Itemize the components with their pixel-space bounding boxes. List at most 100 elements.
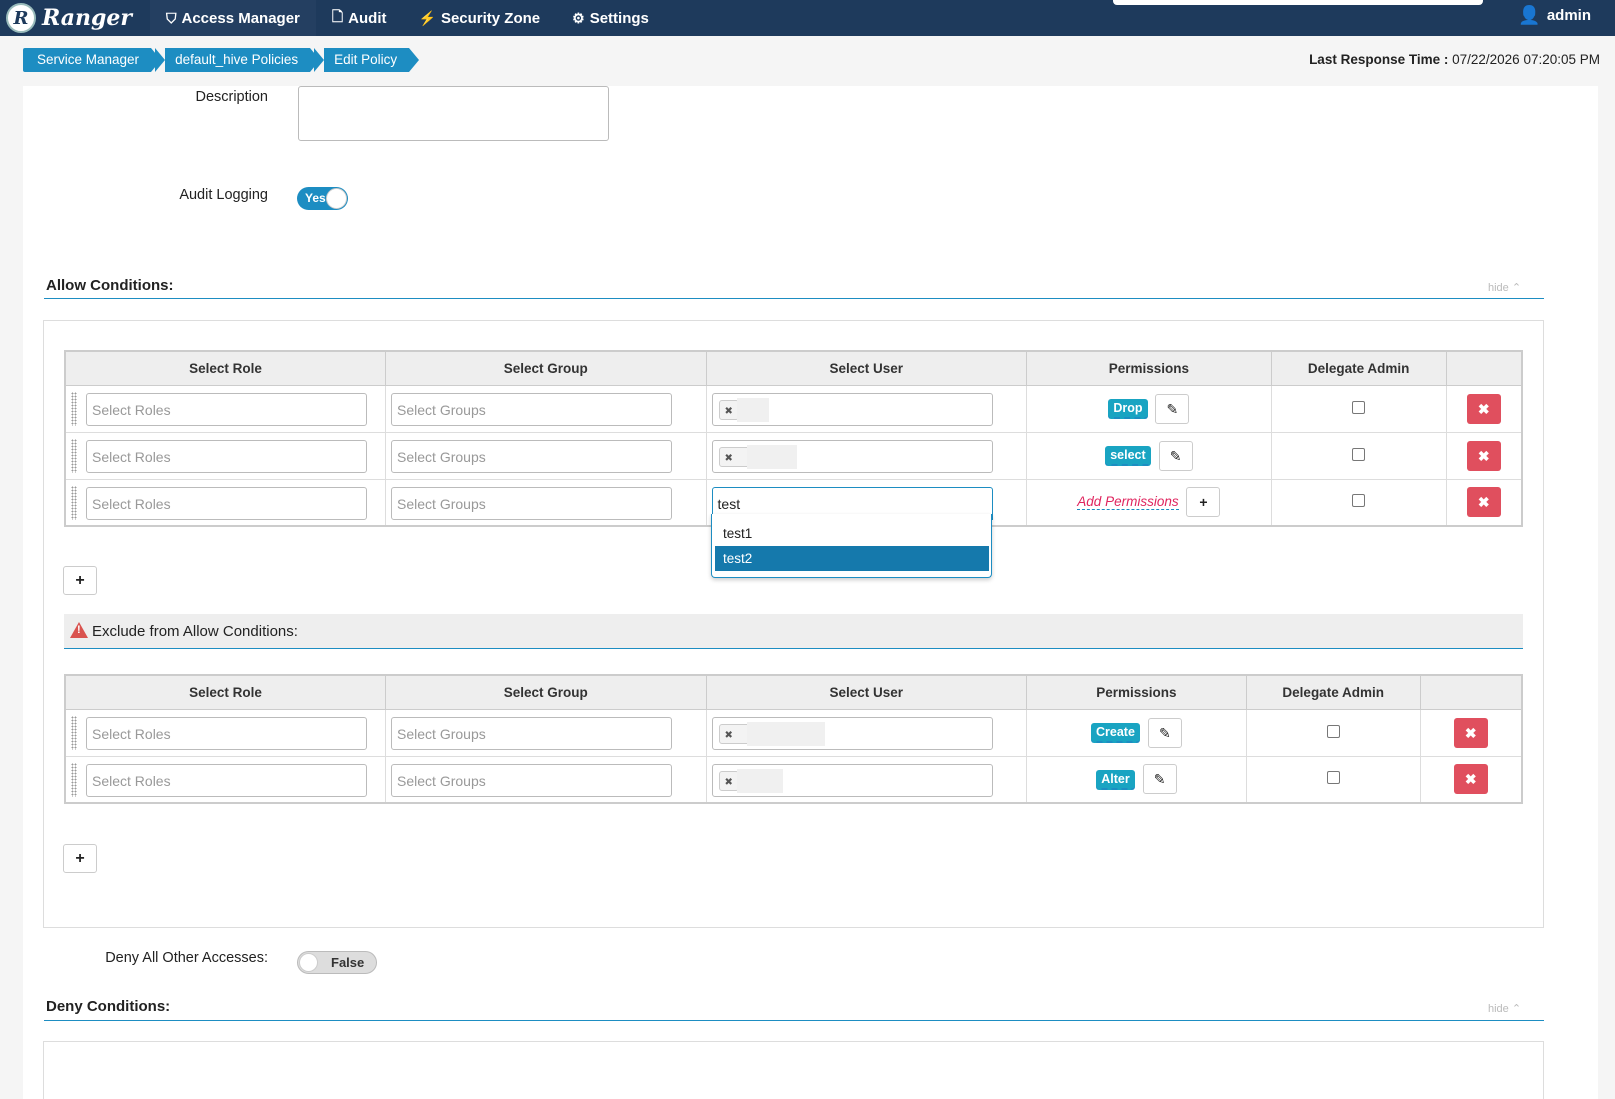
user-select-input[interactable]: ✖ [711,763,993,797]
delete-row-button[interactable]: ✖ [1466,440,1501,471]
col-select-group: Select Group [385,674,707,710]
deny-hide-link[interactable]: hide ⌃ [1488,1002,1521,1015]
global-search-input[interactable] [1113,0,1483,5]
exclude-header-row: Select Role Select Group Select User Per… [64,674,1523,710]
nav-settings[interactable]: ⚙ Settings [556,0,665,36]
user-select-input[interactable]: ✖ [711,716,993,750]
add-exclude-row-button[interactable]: + [63,844,97,873]
edit-permissions-pencil-icon[interactable]: ✎ [1155,393,1190,424]
redacted-user [746,444,797,469]
role-select-input[interactable]: Select Roles [86,763,367,797]
audit-logging-toggle[interactable]: Yes [297,187,348,210]
drag-handle-icon[interactable] [71,485,77,520]
col-permissions: Permissions [1026,674,1247,710]
delete-row-button[interactable]: ✖ [1453,764,1488,795]
last-response-time: Last Response Time : 07/22/2026 07:20:05… [1309,52,1600,67]
delegate-admin-checkbox[interactable] [1352,447,1366,461]
drag-handle-icon[interactable] [71,715,77,750]
delete-row-button[interactable]: ✖ [1453,717,1488,748]
delegate-admin-checkbox[interactable] [1352,494,1366,508]
group-select-input[interactable]: Select Groups [391,486,673,520]
tag-remove-icon[interactable]: ✖ [725,453,733,464]
delegate-admin-checkbox[interactable] [1326,724,1340,738]
role-select-input[interactable]: Select Roles [86,716,367,750]
dropdown-option[interactable]: test1 [715,521,989,546]
audit-logging-label: Audit Logging [179,187,268,203]
group-select-input[interactable]: Select Groups [391,763,673,797]
deny-conditions-title: Deny Conditions: [46,998,171,1015]
col-select-role: Select Role [64,674,387,710]
role-select-input[interactable]: Select Roles [86,392,367,426]
brand-name: Ranger [42,5,133,31]
gear-icon: ⚙ [572,9,585,26]
delegate-admin-checkbox[interactable] [1352,400,1366,414]
col-select-user: Select User [705,350,1028,386]
redacted-user [736,768,783,793]
allow-conditions-title: Allow Conditions: [46,277,174,294]
user-menu[interactable]: 👤 admin [1518,0,1591,30]
redacted-user [746,721,825,746]
toggle-knob [326,188,347,209]
last-response-value: 07/22/2026 07:20:05 PM [1452,52,1600,67]
description-label: Description [195,89,268,105]
delete-row-button[interactable]: ✖ [1466,393,1501,424]
table-row: Select Roles Select Groups ✖ Drop ✎ ✖ [64,384,1523,433]
delegate-admin-checkbox[interactable] [1326,771,1340,785]
tag-remove-icon[interactable]: ✖ [725,777,733,788]
allow-conditions-table: Select Role Select Group Select User Per… [64,350,1523,527]
drag-handle-icon[interactable] [71,391,77,426]
group-select-input[interactable]: Select Groups [391,716,673,750]
permission-badge[interactable]: Alter [1096,769,1135,790]
table-row: Select Roles Select Groups ✖ Alter ✎ ✖ [64,755,1523,804]
col-select-group: Select Group [385,350,707,386]
allow-hide-link[interactable]: hide ⌃ [1488,281,1521,294]
add-permissions-link[interactable]: Add Permissions [1077,493,1179,510]
description-textarea[interactable] [298,86,609,141]
drag-handle-icon[interactable] [71,762,77,797]
role-select-input[interactable]: Select Roles [86,486,367,520]
add-permission-plus-icon[interactable]: + [1186,487,1221,518]
role-select-input[interactable]: Select Roles [86,439,367,473]
ranger-logo-icon: R [6,3,36,33]
user-select-input[interactable]: ✖ [711,392,993,426]
last-response-label: Last Response Time : [1309,52,1449,67]
permission-badge[interactable]: Create [1091,723,1140,744]
shield-icon: ⛉ [166,9,177,26]
col-actions [1445,350,1523,386]
dropdown-option-selected[interactable]: test2 [715,546,989,571]
deny-all-toggle[interactable]: False [297,951,377,974]
group-select-input[interactable]: Select Groups [391,439,673,473]
deny-conditions-box [43,1041,1544,1099]
deny-all-label: Deny All Other Accesses: [105,950,268,966]
allow-section-divider [44,298,1544,299]
nav-audit-label: Audit [348,9,387,27]
drag-handle-icon[interactable] [71,438,77,473]
nav-security-zone[interactable]: ⚡ Security Zone [403,0,557,36]
tag-remove-icon[interactable]: ✖ [725,730,733,741]
breadcrumb: Service Manager default_hive Policies Ed… [23,48,420,72]
allow-header-row: Select Role Select Group Select User Per… [64,350,1523,386]
tag-remove-icon[interactable]: ✖ [725,406,733,417]
exclude-allow-header: Exclude from Allow Conditions: [64,614,1523,649]
edit-permissions-pencil-icon[interactable]: ✎ [1158,440,1193,471]
brand[interactable]: R Ranger [0,0,150,36]
exclude-allow-title: Exclude from Allow Conditions: [92,623,298,640]
group-select-input[interactable]: Select Groups [391,392,673,426]
col-actions [1419,674,1523,710]
permission-badge[interactable]: select [1105,446,1151,467]
nav-audit[interactable]: 🗋 Audit [316,0,403,36]
permission-badge[interactable]: Drop [1108,399,1148,420]
delete-row-button[interactable]: ✖ [1466,487,1501,518]
breadcrumb-edit-policy[interactable]: Edit Policy [314,48,420,72]
add-allow-row-button[interactable]: + [63,566,97,595]
nav-access-manager[interactable]: ⛉ Access Manager [150,0,316,36]
deny-all-value: False [331,955,365,970]
user-select-input[interactable]: ✖ [711,439,993,473]
edit-permissions-pencil-icon[interactable]: ✎ [1142,764,1177,795]
table-row: Select Roles Select Groups ✖ Create ✎ ✖ [64,708,1523,757]
col-select-role: Select Role [64,350,387,386]
breadcrumb-policies[interactable]: default_hive Policies [155,48,321,72]
breadcrumb-service-manager[interactable]: Service Manager [23,48,162,72]
bolt-file-icon: ⚡ [418,9,436,26]
edit-permissions-pencil-icon[interactable]: ✎ [1147,717,1182,748]
